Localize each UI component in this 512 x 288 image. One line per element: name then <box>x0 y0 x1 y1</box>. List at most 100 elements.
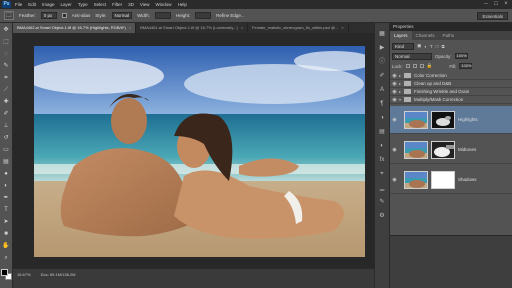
zoom-tool-icon[interactable]: ⌕ <box>2 254 11 263</box>
dodge-tool-icon[interactable]: ◐ <box>2 182 11 191</box>
style-select[interactable]: Normal <box>111 12 133 19</box>
move-tool-icon[interactable]: ✥ <box>2 26 11 35</box>
feather-input[interactable]: 0 px <box>40 12 57 19</box>
lasso-tool-icon[interactable]: ◌ <box>2 50 11 59</box>
filter-shape-icon[interactable]: □ <box>436 44 439 49</box>
layer-mask-thumbnail[interactable] <box>431 140 455 159</box>
anti-alias-checkbox[interactable] <box>61 13 67 18</box>
document-tab[interactable]: BMA4461.ai Smart Object-1.tif @ 16.7% (L… <box>136 23 249 33</box>
type-tool-icon[interactable]: T <box>2 206 11 215</box>
menu-help[interactable]: Help <box>178 2 187 7</box>
styles-panel-icon[interactable]: fx <box>378 156 386 164</box>
pen-tool-icon[interactable]: ✒ <box>2 194 11 203</box>
menu-window[interactable]: Window <box>156 2 172 7</box>
shape-tool-icon[interactable]: ■ <box>2 230 11 239</box>
blend-mode-select[interactable]: Normal <box>392 52 432 60</box>
menu-filter[interactable]: Filter <box>112 2 122 7</box>
layer-thumbnail[interactable] <box>404 140 428 159</box>
filter-smart-object-icon[interactable]: ⧉ <box>441 44 444 49</box>
close-tab-icon[interactable]: × <box>241 23 243 33</box>
tab-channels[interactable]: Channels <box>412 31 439 40</box>
tool-presets-panel-icon[interactable]: ⚙ <box>378 212 386 220</box>
layer-filter-select[interactable]: Kind <box>392 42 414 50</box>
height-input[interactable] <box>195 12 212 19</box>
color-panel-icon[interactable]: ◑ <box>378 114 386 122</box>
color-swatches[interactable] <box>0 269 12 280</box>
document-image[interactable] <box>34 46 365 257</box>
swatches-panel-icon[interactable]: ▤ <box>378 128 386 136</box>
visibility-eye-icon[interactable]: ◉ <box>390 177 399 183</box>
visibility-eye-icon[interactable]: ◉ <box>390 89 399 95</box>
eraser-tool-icon[interactable]: ▭ <box>2 146 11 155</box>
clone-stamp-tool-icon[interactable]: ⊥ <box>2 122 11 131</box>
info-panel-icon[interactable]: ⓘ <box>378 58 386 66</box>
actions-panel-icon[interactable]: ▶ <box>378 44 386 52</box>
menu-image[interactable]: Image <box>42 2 55 7</box>
tab-layers[interactable]: Layers <box>390 31 412 40</box>
menu-view[interactable]: View <box>140 2 150 7</box>
filter-adjustment-icon[interactable]: ◐ <box>424 44 427 49</box>
navigator-panel-icon[interactable]: ⌖ <box>378 170 386 178</box>
layer-group[interactable]: ◉ ▾ Multiply/Mask Correction <box>390 96 512 104</box>
document-info[interactable]: Doc: 69.1M/138.2M <box>41 272 76 277</box>
lock-all-icon[interactable]: 🔒 <box>427 63 433 69</box>
layer-mask-thumbnail[interactable] <box>431 110 455 129</box>
lock-position-icon[interactable] <box>419 64 424 68</box>
width-input[interactable] <box>154 12 171 19</box>
quick-select-tool-icon[interactable]: ✎ <box>2 62 11 71</box>
visibility-eye-icon[interactable]: ◉ <box>390 97 399 103</box>
paragraph-panel-icon[interactable]: ¶ <box>378 100 386 108</box>
canvas-area[interactable] <box>13 33 374 268</box>
opacity-input[interactable]: 100% <box>454 53 468 59</box>
close-tab-icon[interactable]: × <box>341 23 343 33</box>
visibility-eye-icon[interactable]: ◉ <box>390 117 399 123</box>
menu-3d[interactable]: 3D <box>128 2 134 7</box>
menu-edit[interactable]: Edit <box>28 2 36 7</box>
layer-group[interactable]: ◉ ▸ Finishing Wrinkle and Grain <box>390 88 512 96</box>
menu-select[interactable]: Select <box>94 2 107 7</box>
refine-edge-button[interactable]: Refine Edge... <box>216 13 245 18</box>
healing-brush-tool-icon[interactable]: ✚ <box>2 98 11 107</box>
fill-input[interactable]: 100% <box>459 63 473 69</box>
menu-file[interactable]: File <box>15 2 22 7</box>
layer-thumbnail[interactable] <box>404 170 428 189</box>
adjustments-panel-icon[interactable]: ◐ <box>378 142 386 150</box>
document-tab[interactable]: Female_realistic_stereogram_fix_within.p… <box>248 23 349 33</box>
foreground-color-swatch[interactable] <box>0 269 8 276</box>
properties-panel-header[interactable]: Properties <box>390 23 512 31</box>
gradient-tool-icon[interactable]: ▤ <box>2 158 11 167</box>
character-panel-icon[interactable]: A <box>378 86 386 94</box>
visibility-eye-icon[interactable]: ◉ <box>390 73 399 79</box>
maximize-icon[interactable]: □ <box>493 1 499 7</box>
lock-pixels-icon[interactable] <box>412 64 417 68</box>
lock-transparency-icon[interactable] <box>405 64 410 68</box>
layer-group[interactable]: ◉ ▸ Clean up and D&B <box>390 80 512 88</box>
layer-row[interactable]: ◉ Highlights <box>390 106 512 134</box>
blur-tool-icon[interactable]: ● <box>2 170 11 179</box>
minimize-icon[interactable]: – <box>483 1 489 7</box>
marquee-tool-preset-icon[interactable]: ⬚ <box>4 11 14 20</box>
layer-row[interactable]: ◉ Shadows <box>390 166 512 194</box>
layer-group[interactable]: ◉ ▸ Color Correction <box>390 72 512 80</box>
eyedropper-tool-icon[interactable]: ⟋ <box>2 86 11 95</box>
history-panel-icon[interactable]: ▦ <box>378 30 386 38</box>
layer-thumbnail[interactable] <box>404 110 428 129</box>
menu-layer[interactable]: Layer <box>61 2 72 7</box>
histogram-panel-icon[interactable]: ▁ <box>378 184 386 192</box>
layer-mask-thumbnail[interactable] <box>431 170 455 189</box>
history-brush-tool-icon[interactable]: ↺ <box>2 134 11 143</box>
path-select-tool-icon[interactable]: ➤ <box>2 218 11 227</box>
document-tab[interactable]: BMA4462.ai Smart Object-1.tif @ 16.7% (H… <box>13 23 137 33</box>
close-icon[interactable]: × <box>503 1 509 7</box>
brush-panel-icon[interactable]: ✐ <box>378 72 386 80</box>
marquee-tool-icon[interactable]: ⬚ <box>2 38 11 47</box>
brush-tool-icon[interactable]: ✐ <box>2 110 11 119</box>
visibility-eye-icon[interactable]: ◉ <box>390 81 399 87</box>
crop-tool-icon[interactable]: ⌗ <box>2 74 11 83</box>
filter-type-icon[interactable]: T <box>430 44 433 49</box>
notes-panel-icon[interactable]: ✎ <box>378 198 386 206</box>
visibility-eye-icon[interactable]: ◉ <box>390 147 399 153</box>
tab-paths[interactable]: Paths <box>439 31 459 40</box>
filter-pixel-icon[interactable]: ▣ <box>417 43 421 49</box>
hand-tool-icon[interactable]: ✋ <box>2 242 11 251</box>
